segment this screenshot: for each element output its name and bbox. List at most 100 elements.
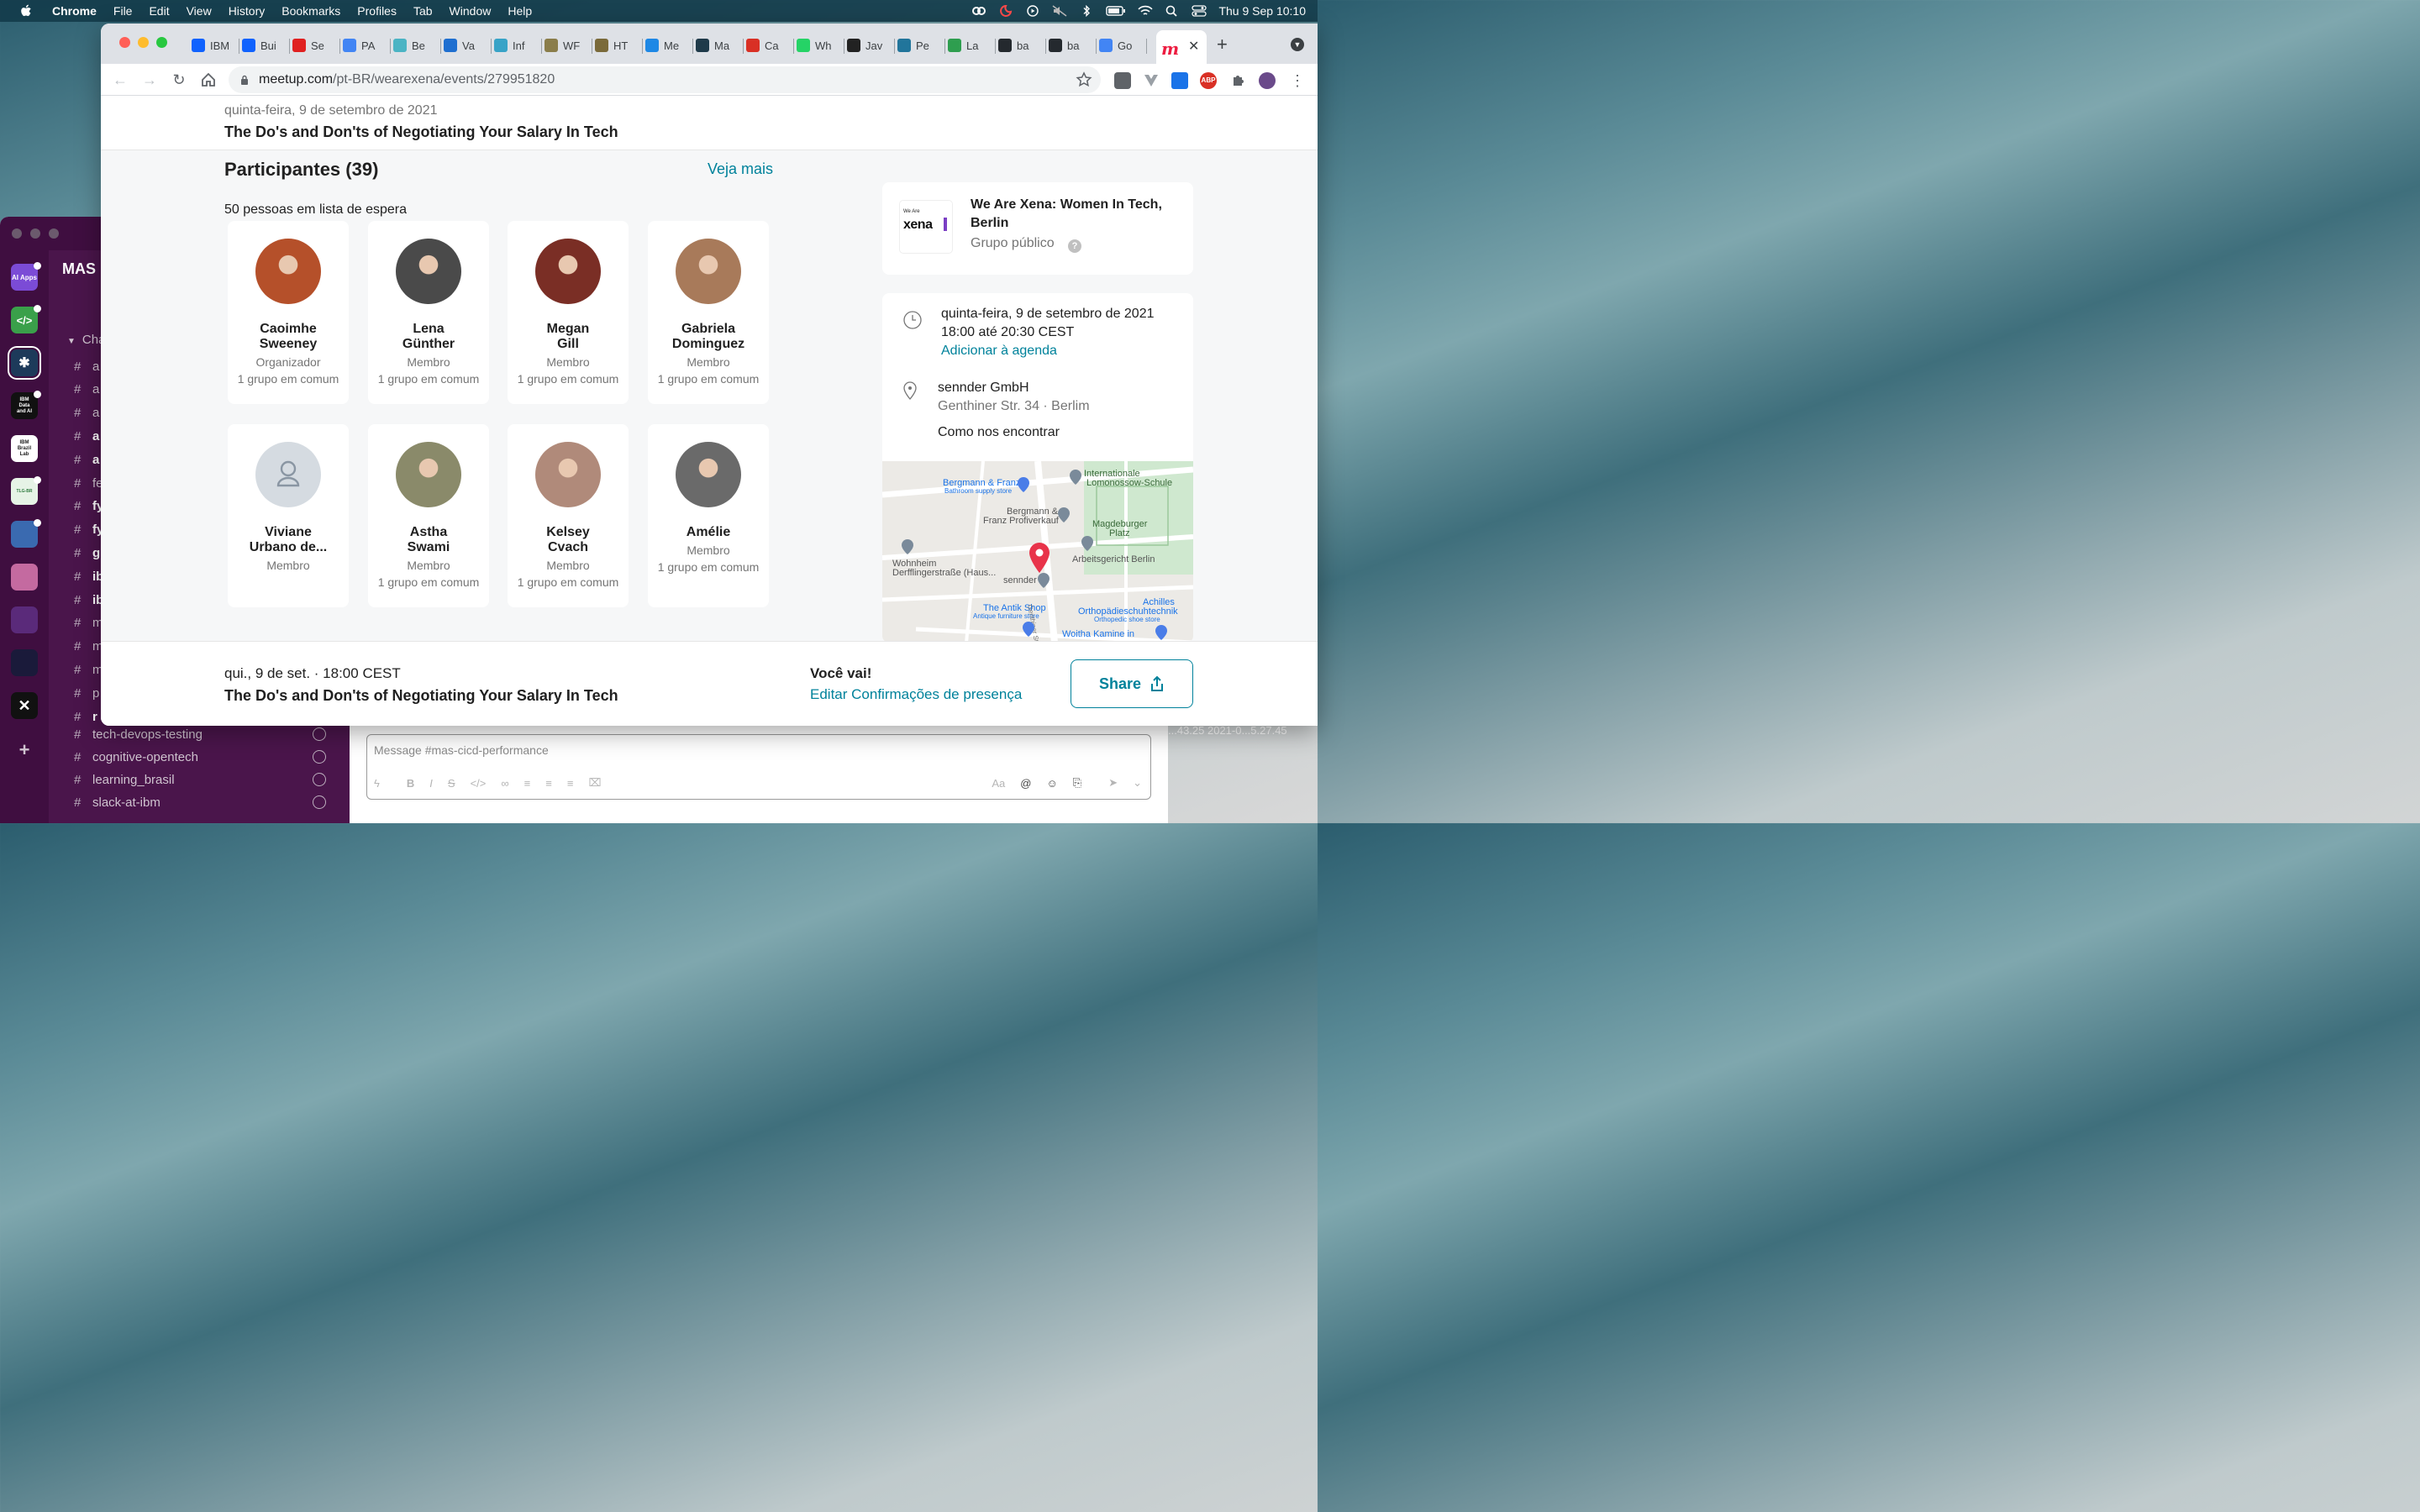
control-center-icon[interactable] <box>1192 5 1207 17</box>
tab-search-icon[interactable]: ▼ <box>1291 38 1304 51</box>
slack-minimize-button[interactable] <box>30 228 40 239</box>
browser-tab[interactable]: PA <box>343 34 388 57</box>
channel-item[interactable]: # slack-at-ibm <box>74 790 343 814</box>
attendee-card[interactable]: Gabriela Dominguez Membro 1 grupo em comum <box>648 221 769 404</box>
attendee-name[interactable]: Kelsey Cvach <box>513 525 623 554</box>
extensions-puzzle-icon[interactable] <box>1230 72 1247 89</box>
menu-window[interactable]: Window <box>441 0 500 22</box>
workspace-10[interactable] <box>11 649 38 676</box>
workspace-active[interactable]: ✱ <box>11 349 38 376</box>
slack-zoom-button[interactable] <box>49 228 59 239</box>
share-button[interactable]: Share <box>1071 659 1193 708</box>
bullet-list-icon[interactable]: ≡ <box>545 777 552 790</box>
avatar[interactable] <box>535 239 601 304</box>
close-tab-icon[interactable]: ✕ <box>1188 38 1199 55</box>
minimize-window-button[interactable] <box>138 37 149 48</box>
home-icon[interactable] <box>199 71 218 89</box>
workspace-ibm-brazil-lab[interactable]: IBM Brazil Lab <box>11 435 38 462</box>
menu-file[interactable]: File <box>105 0 141 22</box>
avatar[interactable] <box>676 239 741 304</box>
extension-screen-icon[interactable] <box>1114 72 1131 89</box>
moon-icon[interactable] <box>998 5 1013 17</box>
group-name[interactable]: We Are Xena: Women In Tech, Berlin <box>971 196 1172 233</box>
browser-tab[interactable]: Wh <box>797 34 842 57</box>
attendee-name[interactable]: Astha Swami <box>373 525 484 554</box>
workspace-11[interactable]: ✕ <box>11 692 38 719</box>
attach-icon[interactable]: ⎘ <box>1073 776 1081 790</box>
slack-close-button[interactable] <box>12 228 22 239</box>
browser-tab[interactable]: ba <box>998 34 1044 57</box>
forward-icon[interactable]: → <box>140 71 159 89</box>
attendee-name[interactable]: Caoimhe Sweeney <box>233 322 344 351</box>
menu-clock[interactable]: Thu 9 Sep 10:10 <box>1218 4 1306 18</box>
browser-tab[interactable]: Bui <box>242 34 287 57</box>
attendee-name[interactable]: Lena Günther <box>373 322 484 351</box>
browser-tab[interactable]: Go <box>1099 34 1144 57</box>
attendee-name[interactable]: Viviane Urbano de... <box>233 525 344 554</box>
numbered-list-icon[interactable]: ≡ <box>524 777 531 790</box>
attendee-card[interactable]: Viviane Urbano de... Membro <box>228 424 349 607</box>
group-logo[interactable]: We Are xena <box>900 201 952 253</box>
vue-devtools-icon[interactable] <box>1143 72 1160 89</box>
menu-edit[interactable]: Edit <box>140 0 177 22</box>
browser-tab[interactable]: Pe <box>897 34 943 57</box>
workspace-8[interactable] <box>11 564 38 591</box>
edit-rsvp-link[interactable]: Editar Confirmações de presença <box>810 686 1022 703</box>
close-window-button[interactable] <box>119 37 130 48</box>
avatar[interactable] <box>255 239 321 304</box>
attendee-card[interactable]: Caoimhe Sweeney Organizador 1 grupo em com… <box>228 221 349 404</box>
menu-tab[interactable]: Tab <box>405 0 441 22</box>
new-tab-button[interactable]: + <box>1217 34 1228 55</box>
channel-item[interactable]: # cognitive-opentech <box>74 745 343 769</box>
menu-app-name[interactable]: Chrome <box>44 0 105 22</box>
apple-icon[interactable] <box>18 3 32 18</box>
mute-icon[interactable] <box>1052 5 1067 17</box>
browser-tab[interactable]: Be <box>393 34 439 57</box>
wifi-icon[interactable] <box>1138 5 1154 17</box>
format-icon[interactable]: Aa <box>992 777 1005 790</box>
code-block-icon[interactable]: ⌧ <box>588 776 601 790</box>
avatar[interactable] <box>676 442 741 507</box>
battery-icon[interactable] <box>1106 5 1126 17</box>
workspace-name[interactable]: MAS <box>62 260 96 278</box>
profile-avatar[interactable] <box>1259 72 1276 89</box>
mention-icon[interactable]: @ <box>1020 777 1031 790</box>
attendee-card[interactable]: Lena Günther Membro 1 grupo em comum <box>368 221 489 404</box>
menu-view[interactable]: View <box>178 0 220 22</box>
quote-icon[interactable]: ≡ <box>567 777 574 790</box>
browser-tab[interactable]: ba <box>1049 34 1094 57</box>
extension-presentation-icon[interactable] <box>1171 72 1188 89</box>
browser-tab[interactable]: Jav <box>847 34 892 57</box>
browser-tab[interactable]: WF <box>544 34 590 57</box>
bookmark-star-icon[interactable] <box>1076 71 1092 88</box>
avatar[interactable] <box>535 442 601 507</box>
attendee-card[interactable]: Amélie Membro 1 grupo em comum <box>648 424 769 607</box>
menu-history[interactable]: History <box>220 0 274 22</box>
send-options-icon[interactable]: ⌄ <box>1133 776 1142 790</box>
reload-icon[interactable]: ↻ <box>170 71 188 89</box>
bluetooth-icon[interactable] <box>1079 5 1094 17</box>
add-to-calendar-link[interactable]: Adicionar à agenda <box>941 344 1057 359</box>
send-icon[interactable]: ➤ <box>1108 776 1118 790</box>
channels-section-header[interactable]: ▼ Cha <box>67 333 105 347</box>
message-composer[interactable]: Message #mas-cicd-performance ϟ B I S </… <box>366 734 1151 800</box>
menu-help[interactable]: Help <box>499 0 540 22</box>
browser-tab[interactable]: Ma <box>696 34 741 57</box>
link-icon[interactable]: ∞ <box>501 777 508 790</box>
browser-tab[interactable]: Me <box>645 34 691 57</box>
browser-tab[interactable]: Se <box>292 34 338 57</box>
browser-tab[interactable]: Inf <box>494 34 539 57</box>
menu-profiles[interactable]: Profiles <box>349 0 405 22</box>
play-circle-icon[interactable] <box>1025 5 1040 17</box>
attendee-name[interactable]: Gabriela Dominguez <box>653 322 764 351</box>
venue-map[interactable]: Bergmann & Franz Bathroom supply store I… <box>882 461 1193 643</box>
avatar[interactable] <box>255 442 321 507</box>
bold-icon[interactable]: B <box>407 777 414 790</box>
code-icon[interactable]: </> <box>471 777 487 790</box>
see-more-link[interactable]: Veja mais <box>708 160 773 178</box>
avatar[interactable] <box>396 442 461 507</box>
browser-tab[interactable]: IBM <box>192 34 237 57</box>
zoom-window-button[interactable] <box>156 37 167 48</box>
attendee-name[interactable]: Megan Gill <box>513 322 623 351</box>
tab-active[interactable]: m ✕ <box>1156 30 1207 64</box>
